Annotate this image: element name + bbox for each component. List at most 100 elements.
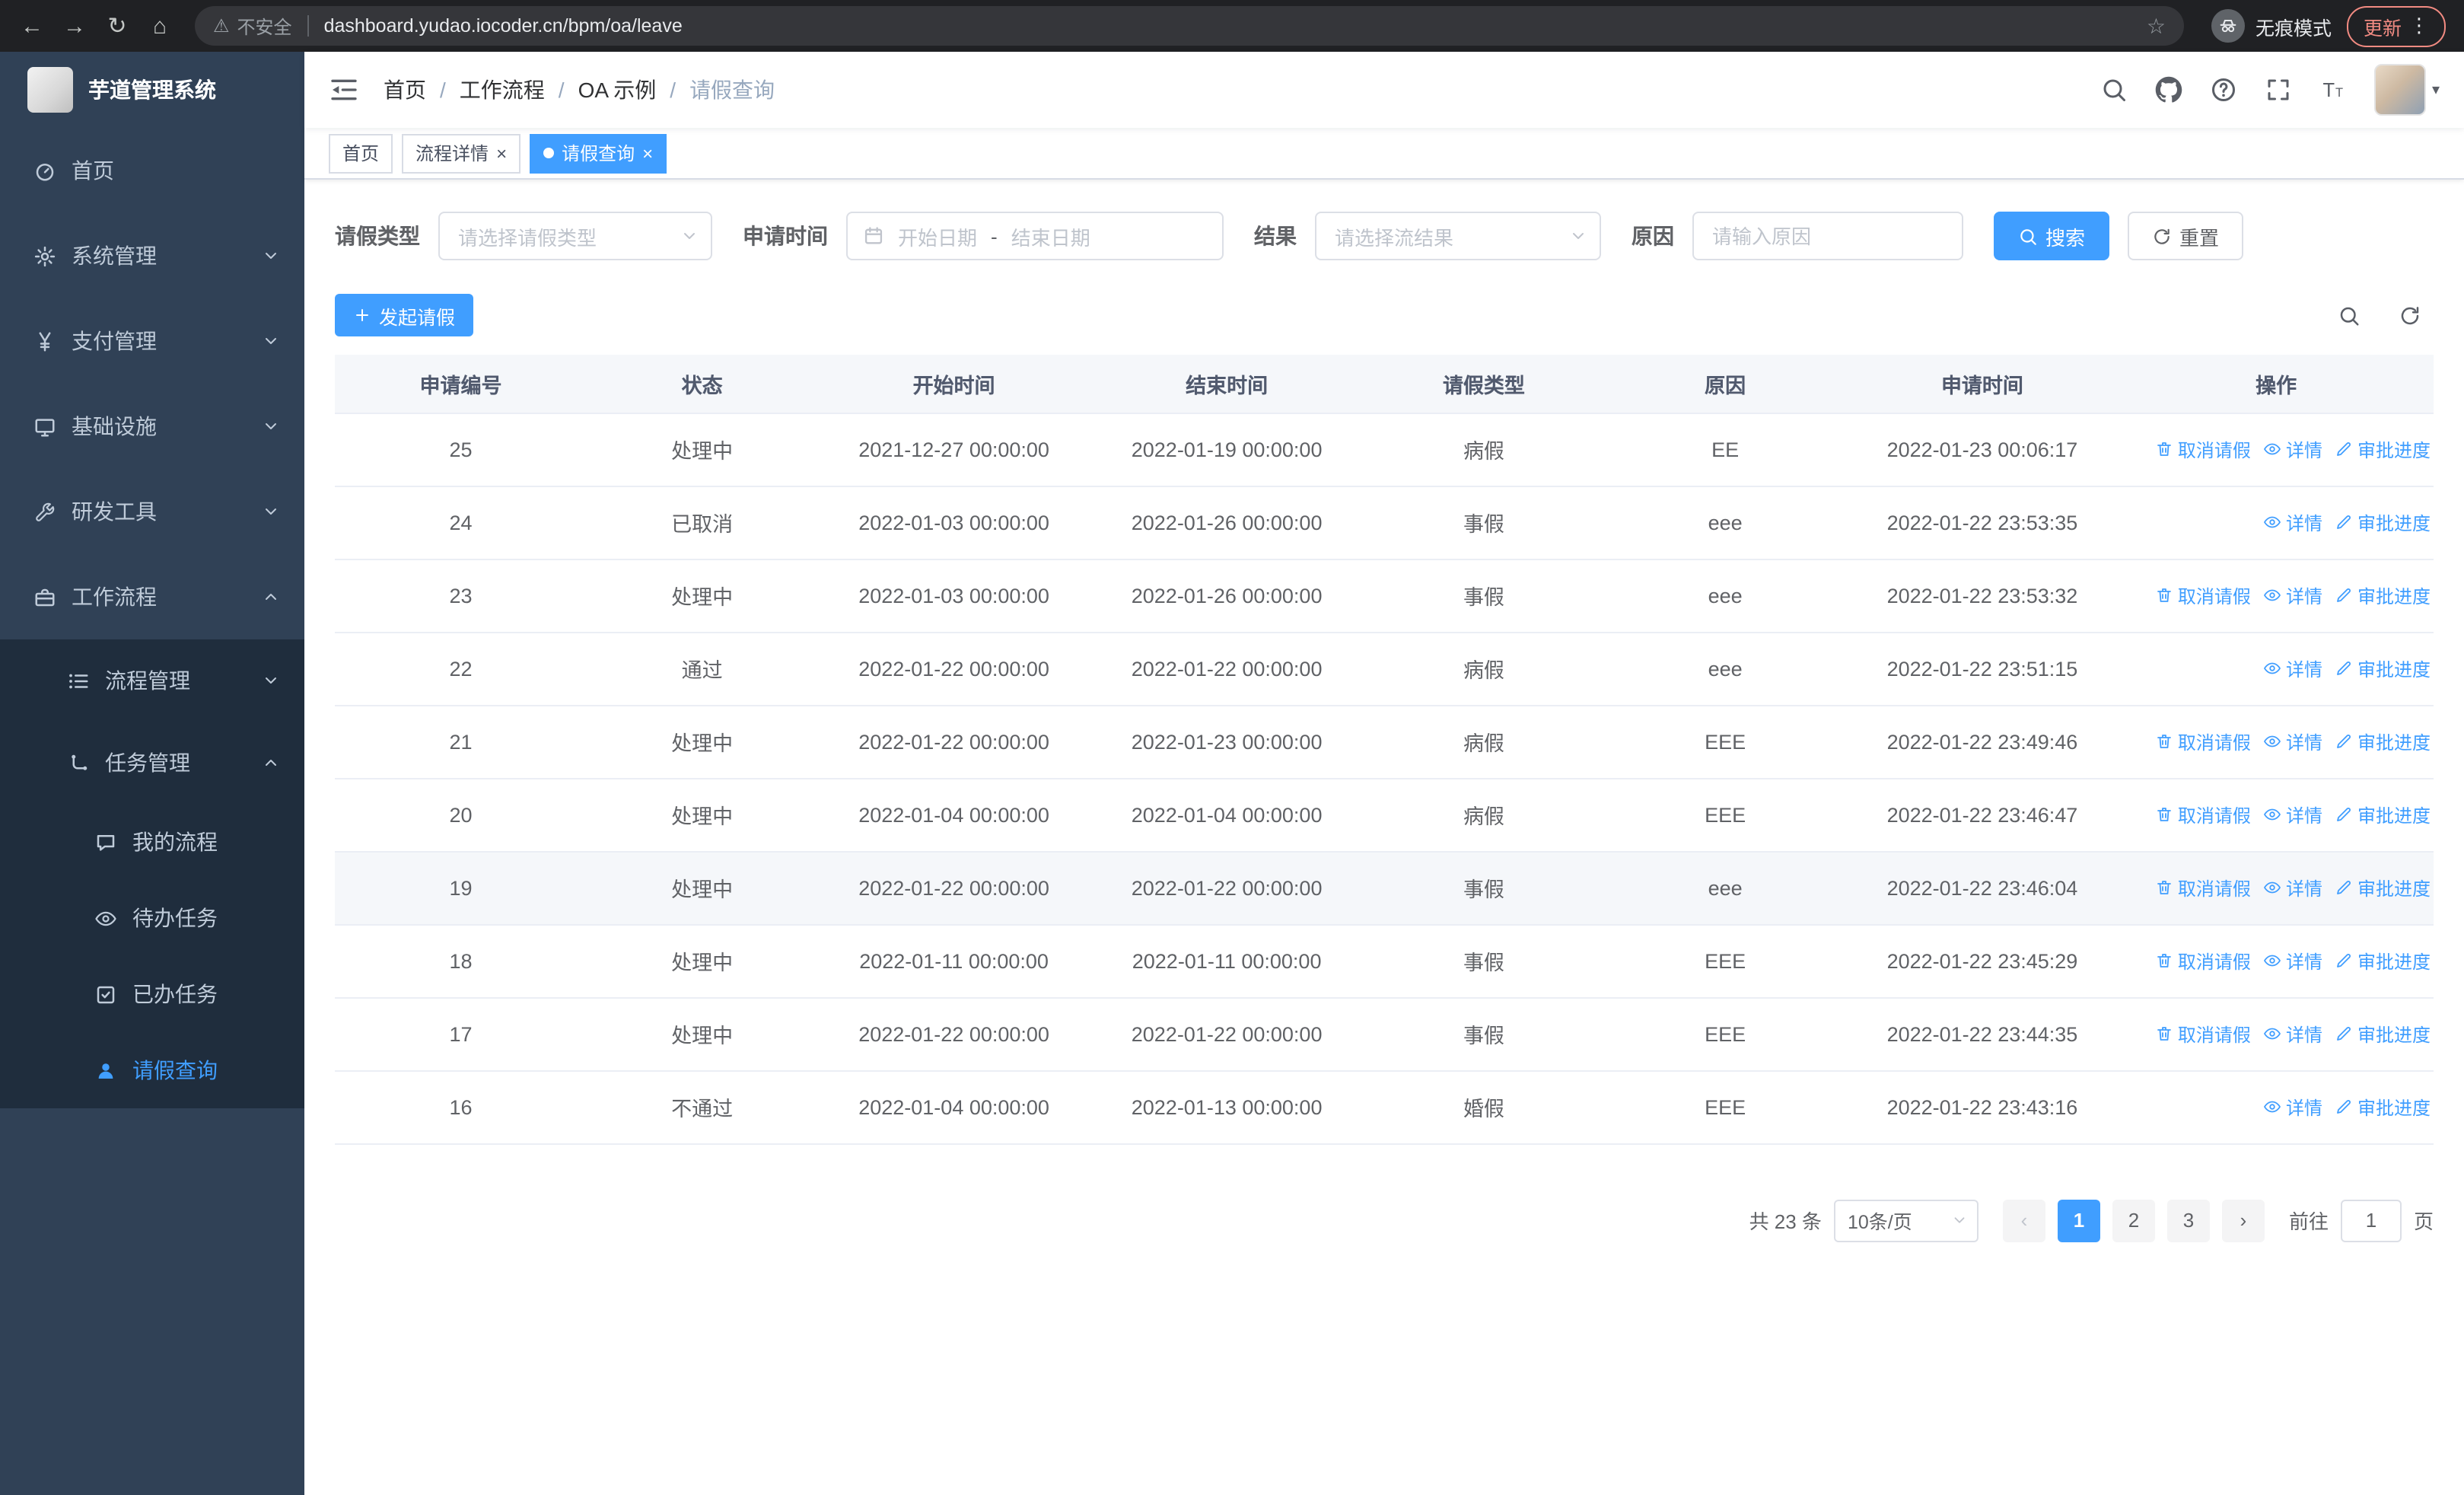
browser-home-icon[interactable]: ⌂ [140,6,180,46]
goto-page-input[interactable] [2340,1199,2402,1242]
sidebar-item-label: 任务管理 [105,751,190,775]
user-avatar-menu[interactable]: ▾ [2373,64,2440,116]
sidebar-item-workflow[interactable]: 工作流程 [0,554,304,639]
page-size-value: 10条/页 [1847,1212,1912,1233]
cell-applied: 2022-01-22 23:46:04 [1845,851,2119,925]
detail-link[interactable]: 详情 [2263,948,2322,974]
cancel-leave-link[interactable]: 取消请假 [2155,875,2251,901]
filter-leave-type: 请假类型 请选择请假类型 [335,212,712,260]
page-button-1[interactable]: 1 [2057,1199,2100,1242]
create-leave-button[interactable]: 发起请假 [335,294,474,336]
detail-link[interactable]: 详情 [2263,875,2322,901]
cell-status: 处理中 [586,559,818,633]
sidebar-item-my-processes[interactable]: 我的流程 [0,804,304,880]
sidebar-item-task-management[interactable]: 任务管理 [0,722,304,804]
leave-type-select[interactable]: 请选择请假类型 [438,212,712,260]
sidebar-toggle-button[interactable] [329,75,359,105]
detail-link[interactable]: 详情 [2263,1094,2322,1120]
detail-link[interactable]: 详情 [2263,1021,2322,1047]
update-button[interactable]: 更新 ⋮ [2346,5,2446,46]
page-size-select[interactable]: 10条/页 [1833,1199,1979,1242]
font-size-icon[interactable] [2319,76,2347,104]
browser-back-icon[interactable]: ← [12,6,52,46]
browser-reload-icon[interactable]: ↻ [97,6,137,46]
address-bar[interactable]: ⚠ 不安全 dashboard.yudao.iocoder.cn/bpm/oa/… [195,6,2184,46]
cancel-leave-link[interactable]: 取消请假 [2155,802,2251,827]
approval-progress-link[interactable]: 审批进度 [2335,1021,2431,1047]
next-icon: › [2240,1209,2247,1232]
sidebar-item-leave-query[interactable]: 请假查询 [0,1032,304,1108]
cell-start: 2022-01-03 00:00:00 [817,486,1090,559]
end-date-placeholder[interactable]: 结束日期 [1011,222,1090,250]
sidebar-item-process-management[interactable]: 流程管理 [0,639,304,722]
sidebar-item-pending-tasks[interactable]: 待办任务 [0,880,304,956]
approval-progress-link[interactable]: 审批进度 [2335,1094,2431,1120]
breadcrumb-item[interactable]: 首页 [384,75,426,105]
cell-applied: 2022-01-22 23:46:47 [1845,778,2119,852]
search-button[interactable]: 搜索 [1994,212,2110,260]
prev-page-button[interactable]: ‹ [2002,1199,2045,1242]
page-button-3[interactable]: 3 [2166,1199,2210,1242]
fullscreen-icon[interactable] [2265,76,2292,104]
approval-progress-link[interactable]: 审批进度 [2335,509,2431,535]
cancel-leave-link[interactable]: 取消请假 [2155,728,2251,754]
approval-progress-link[interactable]: 审批进度 [2335,436,2431,462]
result-select[interactable]: 请选择流结果 [1315,212,1601,260]
chevron-down-icon [680,227,699,245]
url-text[interactable]: dashboard.yudao.iocoder.cn/bpm/oa/leave [324,15,683,37]
cancel-leave-link[interactable]: 取消请假 [2155,1021,2251,1047]
action-label: 审批进度 [2357,512,2431,534]
cancel-leave-link[interactable]: 取消请假 [2155,582,2251,608]
bookmark-star-icon[interactable]: ☆ [2147,13,2166,39]
reason-input[interactable] [1692,212,1963,260]
approval-progress-link[interactable]: 审批进度 [2335,582,2431,608]
detail-link[interactable]: 详情 [2263,509,2322,535]
refresh-table-icon[interactable] [2391,297,2427,333]
detail-link[interactable]: 详情 [2263,728,2322,754]
detail-link[interactable]: 详情 [2263,436,2322,462]
cell-type: 事假 [1363,486,1605,559]
close-icon[interactable]: × [496,144,507,162]
pagination: 共 23 条 10条/页 ‹ 1 2 3 › 前往 页 [335,1199,2434,1242]
cell-type: 病假 [1363,413,1605,486]
edit-icon [2335,586,2353,604]
tab-process-detail[interactable]: 流程详情 × [402,133,521,173]
detail-link[interactable]: 详情 [2263,655,2322,681]
cancel-leave-link[interactable]: 取消请假 [2155,436,2251,462]
app-logo-row[interactable]: 芋道管理系统 [0,52,304,128]
tab-home[interactable]: 首页 [329,133,393,173]
sidebar-item-devtools[interactable]: 研发工具 [0,469,304,554]
sidebar-item-payment[interactable]: 支付管理 [0,298,304,384]
sidebar-item-system[interactable]: 系统管理 [0,213,304,298]
browser-menu-icon[interactable]: ⋮ [2409,14,2429,38]
browser-forward-icon[interactable]: → [55,6,94,46]
action-label: 审批进度 [2357,439,2431,461]
reset-button[interactable]: 重置 [2128,212,2244,260]
start-date-placeholder[interactable]: 开始日期 [898,222,977,250]
search-toggle-icon[interactable] [2330,297,2367,333]
sidebar-item-done-tasks[interactable]: 已办任务 [0,956,304,1032]
approval-progress-link[interactable]: 审批进度 [2335,802,2431,827]
tab-leave-query[interactable]: 请假查询 × [530,133,667,173]
cancel-leave-link[interactable]: 取消请假 [2155,948,2251,974]
close-icon[interactable]: × [642,144,653,162]
github-icon[interactable] [2155,76,2182,104]
detail-link[interactable]: 详情 [2263,802,2322,827]
breadcrumb-item[interactable]: OA 示例 [578,75,657,105]
search-icon[interactable] [2100,76,2128,104]
row-actions: 取消请假 详情 审批进度 [2119,1021,2434,1047]
sidebar-item-infrastructure[interactable]: 基础设施 [0,384,304,469]
breadcrumb-item[interactable]: 工作流程 [460,75,545,105]
approval-progress-link[interactable]: 审批进度 [2335,875,2431,901]
approval-progress-link[interactable]: 审批进度 [2335,948,2431,974]
sidebar-item-home[interactable]: 首页 [0,128,304,213]
cell-applied: 2022-01-23 00:06:17 [1845,413,2119,486]
date-range-picker[interactable]: 开始日期 - 结束日期 [846,212,1224,260]
help-icon[interactable] [2210,76,2237,104]
detail-link[interactable]: 详情 [2263,582,2322,608]
approval-progress-link[interactable]: 审批进度 [2335,728,2431,754]
page-button-2[interactable]: 2 [2112,1199,2155,1242]
approval-progress-link[interactable]: 审批进度 [2335,655,2431,681]
next-page-button[interactable]: › [2221,1199,2265,1242]
security-chip[interactable]: ⚠ 不安全 [213,13,292,39]
